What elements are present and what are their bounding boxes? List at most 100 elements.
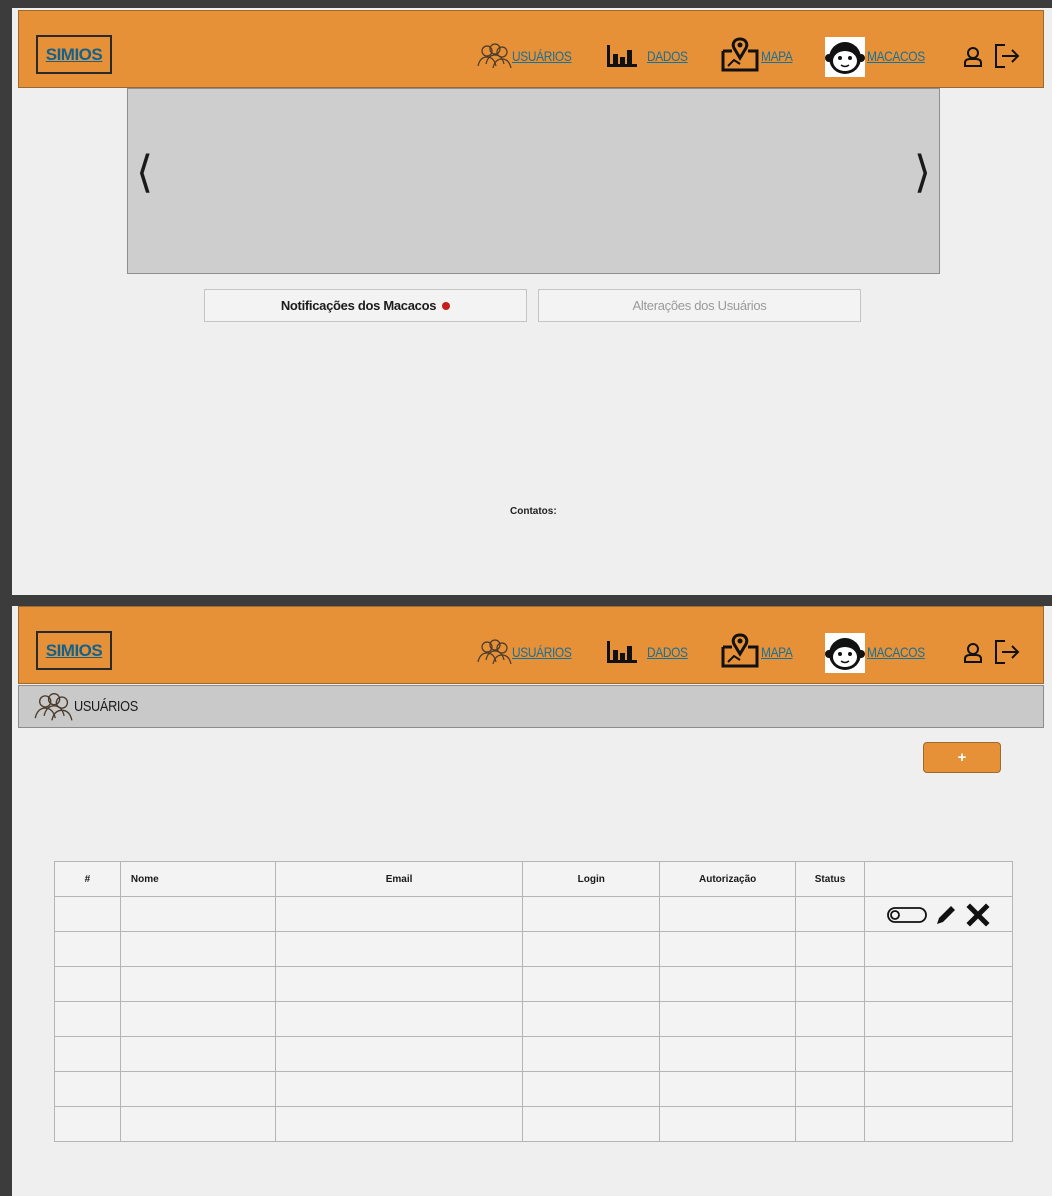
cell-email: [274, 931, 524, 967]
image-carousel: ⟨ ⟩: [127, 88, 940, 274]
map-icon[interactable]: [720, 36, 760, 72]
table-row: [54, 1001, 1013, 1037]
close-icon[interactable]: [965, 902, 991, 928]
column-header-login: Login: [522, 861, 661, 897]
cell-number: [54, 931, 121, 967]
cell-autorizacao: [659, 1071, 797, 1107]
chevron-left-icon[interactable]: ⟨: [136, 151, 153, 195]
cell-nome: [119, 966, 276, 1002]
cell-status: [795, 896, 866, 932]
table-row: [54, 931, 1013, 967]
column-header-nome: Nome: [119, 861, 276, 897]
page-header: USUÁRIOS: [18, 685, 1044, 728]
users-icon[interactable]: [476, 637, 512, 667]
tab-alteracoes-usuarios[interactable]: Alterações dos Usuários: [538, 289, 861, 322]
add-user-button[interactable]: +: [923, 742, 1001, 773]
cell-actions: [864, 896, 1013, 932]
pencil-icon[interactable]: [933, 902, 959, 928]
chevron-right-icon[interactable]: ⟩: [914, 151, 931, 195]
nav-link-dados[interactable]: DADOS: [647, 638, 688, 666]
table-header-row: # Nome Email Login Autorização Status: [54, 861, 1013, 897]
home-screen: SIMIOS USUÁRIOS DADOS MAPA MACACOS ⟨ ⟩ N…: [12, 0, 1052, 595]
cell-email: [274, 1036, 524, 1072]
nav-link-mapa[interactable]: MAPA: [761, 42, 793, 70]
cell-status: [795, 1106, 866, 1142]
cell-email: [274, 896, 524, 932]
cell-autorizacao: [659, 896, 797, 932]
nav-link-macacos[interactable]: MACACOS: [867, 638, 925, 666]
brand-logo-link[interactable]: SIMIOS: [36, 35, 112, 74]
column-header-status: Status: [795, 861, 866, 897]
cell-login: [522, 1071, 661, 1107]
bar-chart-icon[interactable]: [606, 640, 638, 664]
cell-email: [274, 1106, 524, 1142]
cell-status: [795, 966, 866, 1002]
cell-status: [795, 1071, 866, 1107]
nav-link-mapa[interactable]: MAPA: [761, 638, 793, 666]
cell-login: [522, 1001, 661, 1037]
bar-chart-icon[interactable]: [606, 44, 638, 68]
column-header-autorizacao: Autorização: [659, 861, 797, 897]
table-row: [54, 896, 1013, 932]
nav-link-macacos[interactable]: MACACOS: [867, 42, 925, 70]
cell-login: [522, 966, 661, 1002]
cell-number: [54, 1106, 121, 1142]
tab-notificacoes-macacos[interactable]: Notificações dos Macacos: [204, 289, 527, 322]
cell-number: [54, 1036, 121, 1072]
nav-link-usuarios[interactable]: USUÁRIOS: [512, 42, 572, 70]
cell-nome: [119, 1106, 276, 1142]
cell-actions: [864, 1036, 1013, 1072]
map-icon[interactable]: [720, 632, 760, 668]
cell-email: [274, 1071, 524, 1107]
profile-icon[interactable]: [963, 642, 983, 664]
tab-notificacoes-label: Notificações dos Macacos: [280, 298, 437, 313]
usuarios-screen: SIMIOS USUÁRIOS DADOS MAPA MACACOS USUÁR…: [12, 606, 1052, 1196]
cell-number: [54, 1001, 121, 1037]
cell-nome: [119, 1036, 276, 1072]
monkey-icon[interactable]: [825, 37, 865, 77]
logout-icon[interactable]: [993, 638, 1021, 666]
cell-autorizacao: [659, 1106, 797, 1142]
brand-logo-link[interactable]: SIMIOS: [36, 631, 112, 670]
cell-status: [795, 931, 866, 967]
users-table: # Nome Email Login Autorização Status: [54, 861, 1013, 1142]
cell-login: [522, 931, 661, 967]
users-icon[interactable]: [476, 41, 512, 71]
page-title: USUÁRIOS: [74, 698, 138, 715]
navbar: SIMIOS USUÁRIOS DADOS MAPA MACACOS: [18, 10, 1044, 88]
cell-autorizacao: [659, 1036, 797, 1072]
tab-alteracoes-label: Alterações dos Usuários: [632, 298, 767, 313]
cell-autorizacao: [659, 931, 797, 967]
nav-link-usuarios[interactable]: USUÁRIOS: [512, 638, 572, 666]
nav-link-dados[interactable]: DADOS: [647, 42, 688, 70]
cell-actions: [864, 1001, 1013, 1037]
column-header-email: Email: [274, 861, 524, 897]
cell-status: [795, 1036, 866, 1072]
users-icon: [34, 693, 73, 721]
cell-number: [54, 966, 121, 1002]
cell-autorizacao: [659, 966, 797, 1002]
cell-number: [54, 896, 121, 932]
column-header-actions: [864, 861, 1013, 897]
notification-dot-icon: [442, 301, 451, 310]
table-row: [54, 1106, 1013, 1142]
cell-nome: [119, 1001, 276, 1037]
cell-login: [522, 1106, 661, 1142]
cell-nome: [119, 1071, 276, 1107]
logout-icon[interactable]: [993, 42, 1021, 70]
navbar: SIMIOS USUÁRIOS DADOS MAPA MACACOS: [18, 606, 1044, 684]
cell-status: [795, 1001, 866, 1037]
cell-autorizacao: [659, 1001, 797, 1037]
table-row: [54, 1036, 1013, 1072]
cell-nome: [119, 931, 276, 967]
monkey-icon[interactable]: [825, 633, 865, 673]
cell-login: [522, 1036, 661, 1072]
toggle-icon[interactable]: [886, 905, 927, 925]
cell-email: [274, 966, 524, 1002]
profile-icon[interactable]: [963, 46, 983, 68]
cell-actions: [864, 966, 1013, 1002]
table-row: [54, 966, 1013, 1002]
cell-number: [54, 1071, 121, 1107]
column-header-number: #: [54, 861, 121, 897]
cell-actions: [864, 1071, 1013, 1107]
